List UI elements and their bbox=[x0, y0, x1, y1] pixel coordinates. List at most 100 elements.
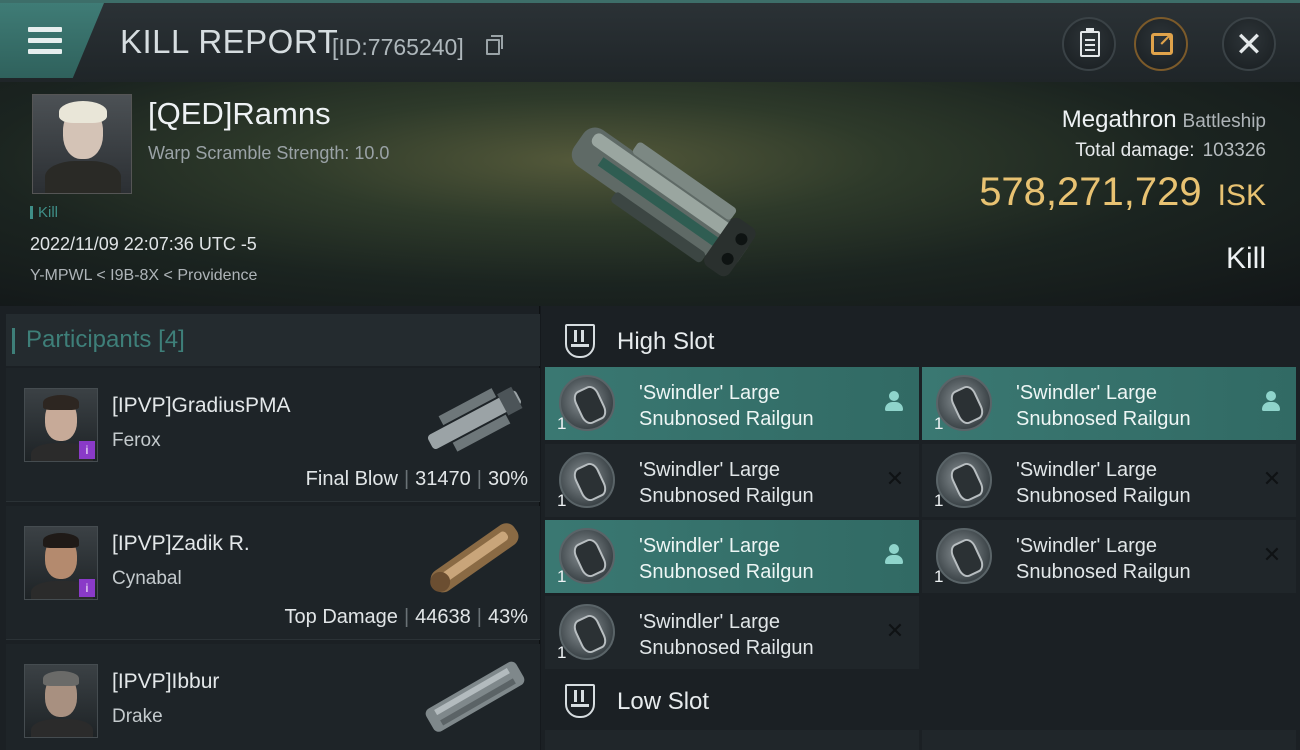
close-button[interactable]: ✕ bbox=[1222, 17, 1276, 71]
participant-ship: Drake bbox=[112, 706, 163, 727]
module-item[interactable]: 1 'Swindler' Large Snubnosed Railgun bbox=[922, 367, 1296, 440]
dropped-person-icon bbox=[885, 391, 903, 411]
top-bar: KILL REPORT [ID:7765240] ✕ bbox=[0, 0, 1300, 82]
participant-row[interactable]: [IPVP]Ibbur Drake bbox=[6, 644, 540, 750]
module-item[interactable]: 1 'Swindler' Large Snubnosed Railgun bbox=[545, 520, 919, 593]
victim-name[interactable]: [QED]Ramns bbox=[148, 96, 331, 132]
item-name: 'Swindler' Large Snubnosed Railgun bbox=[1016, 459, 1191, 507]
low-slot-header: Low Slot bbox=[545, 672, 1300, 730]
participant-avatar[interactable]: i bbox=[24, 526, 98, 600]
info-badge-icon: i bbox=[79, 579, 95, 597]
high-slot-header: High Slot bbox=[545, 312, 1300, 370]
participant-name: [IPVP]Ibbur bbox=[112, 670, 220, 693]
share-icon bbox=[1151, 30, 1173, 55]
participant-avatar[interactable] bbox=[24, 664, 98, 738]
module-item[interactable] bbox=[922, 730, 1296, 750]
isk-value: 578,271,729 bbox=[979, 170, 1202, 214]
total-damage: Total damage: 103326 bbox=[1075, 140, 1266, 162]
copy-icon[interactable] bbox=[486, 35, 503, 55]
destroyed-icon: ✕ bbox=[885, 618, 905, 643]
dropped-person-icon bbox=[1262, 391, 1280, 411]
megathron-ship-image bbox=[571, 127, 756, 277]
menu-button[interactable] bbox=[0, 3, 104, 78]
module-item[interactable]: 1 'Swindler' Large Snubnosed Railgun ✕ bbox=[545, 444, 919, 517]
participant-role: Final Blow bbox=[305, 468, 398, 490]
destroyed-icon: ✕ bbox=[1262, 466, 1282, 491]
kill-tag: Kill bbox=[30, 204, 58, 221]
report-id: [ID:7765240] bbox=[332, 34, 464, 60]
result-label: Kill bbox=[1225, 242, 1266, 275]
ferox-ship-image bbox=[427, 386, 523, 452]
item-name: 'Swindler' Large Snubnosed Railgun bbox=[639, 611, 814, 659]
module-item[interactable]: 1 'Swindler' Large Snubnosed Railgun ✕ bbox=[922, 444, 1296, 517]
item-quantity: 1 bbox=[934, 414, 944, 433]
participants-label: Participants bbox=[26, 326, 152, 353]
railgun-icon bbox=[559, 528, 615, 584]
item-quantity: 1 bbox=[557, 567, 567, 586]
participant-ship: Ferox bbox=[112, 430, 161, 451]
participant-stats: Final Blow | 31470 | 30% bbox=[305, 468, 528, 490]
dropped-person-icon bbox=[885, 544, 903, 564]
fitting-panel: High Slot 1 'Swindler' Large Snubnosed R… bbox=[541, 306, 1300, 750]
module-item[interactable]: 1 'Swindler' Large Snubnosed Railgun ✕ bbox=[545, 596, 919, 669]
participant-damage: 44638 bbox=[415, 606, 471, 628]
item-name: 'Swindler' Large Snubnosed Railgun bbox=[1016, 535, 1191, 583]
clipboard-button[interactable] bbox=[1062, 17, 1116, 71]
participant-row[interactable]: i [IPVP]GradiusPMA Ferox Final Blow | 3147… bbox=[6, 368, 540, 502]
victim-portrait[interactable] bbox=[32, 94, 132, 194]
kill-location[interactable]: Y-MPWL < I9B-8X < Providence bbox=[30, 267, 257, 285]
participant-ship: Cynabal bbox=[112, 568, 182, 589]
item-quantity: 1 bbox=[557, 491, 567, 510]
item-name: 'Swindler' Large Snubnosed Railgun bbox=[1016, 382, 1191, 430]
item-quantity: 1 bbox=[934, 567, 944, 586]
destroyed-icon: ✕ bbox=[885, 466, 905, 491]
warp-scramble-strength: Warp Scramble Strength: 10.0 bbox=[148, 143, 390, 163]
participant-stats: Top Damage | 44638 | 43% bbox=[284, 606, 528, 628]
participant-row[interactable]: i [IPVP]Zadik R. Cynabal Top Damage | 4463… bbox=[6, 506, 540, 640]
ship-class: Battleship bbox=[1182, 111, 1266, 132]
participant-percent: 43% bbox=[487, 606, 528, 628]
item-name: 'Swindler' Large Snubnosed Railgun bbox=[639, 459, 814, 507]
railgun-icon bbox=[936, 375, 992, 431]
high-slot-icon bbox=[565, 324, 595, 358]
participants-panel: Participants [4] i [IPVP]GradiusPMA Fero… bbox=[0, 306, 540, 750]
participant-percent: 30% bbox=[487, 468, 528, 490]
info-badge-icon: i bbox=[79, 441, 95, 459]
participant-name: [IPVP]Zadik R. bbox=[112, 532, 250, 555]
module-item[interactable] bbox=[545, 730, 919, 750]
participant-role: Top Damage bbox=[284, 606, 398, 628]
low-slot-title: Low Slot bbox=[617, 688, 710, 715]
item-name: 'Swindler' Large Snubnosed Railgun bbox=[639, 535, 814, 583]
drake-ship-image bbox=[425, 661, 525, 732]
item-quantity: 1 bbox=[557, 414, 567, 433]
close-icon: ✕ bbox=[1234, 26, 1264, 64]
cynabal-ship-image bbox=[430, 523, 519, 593]
destroyed-icon: ✕ bbox=[1262, 542, 1282, 567]
total-damage-label: Total damage: bbox=[1075, 140, 1195, 161]
item-quantity: 1 bbox=[557, 643, 567, 662]
railgun-icon bbox=[936, 452, 992, 508]
railgun-icon bbox=[559, 452, 615, 508]
low-slot-icon bbox=[565, 684, 595, 718]
module-item[interactable]: 1 'Swindler' Large Snubnosed Railgun ✕ bbox=[922, 520, 1296, 593]
total-damage-value: 103326 bbox=[1202, 140, 1266, 161]
victim-ship[interactable]: Megathron Battleship bbox=[1062, 106, 1266, 134]
item-name: 'Swindler' Large Snubnosed Railgun bbox=[639, 382, 814, 430]
share-button[interactable] bbox=[1134, 17, 1188, 71]
railgun-icon bbox=[559, 604, 615, 660]
victim-banner: [QED]Ramns Warp Scramble Strength: 10.0 … bbox=[0, 82, 1300, 306]
isk-unit: ISK bbox=[1217, 179, 1266, 212]
railgun-icon bbox=[936, 528, 992, 584]
high-slot-title: High Slot bbox=[617, 328, 715, 355]
isk-value-row: 578,271,729 ISK bbox=[979, 170, 1266, 215]
module-item[interactable]: 1 'Swindler' Large Snubnosed Railgun bbox=[545, 367, 919, 440]
page-title: KILL REPORT bbox=[120, 23, 339, 60]
participants-header: Participants [4] bbox=[6, 314, 540, 366]
railgun-icon bbox=[559, 375, 615, 431]
participants-count: [4] bbox=[158, 326, 185, 353]
participant-name: [IPVP]GradiusPMA bbox=[112, 394, 291, 417]
ship-name: Megathron bbox=[1061, 106, 1177, 133]
participant-avatar[interactable]: i bbox=[24, 388, 98, 462]
kill-datetime: 2022/11/09 22:07:36 UTC -5 bbox=[30, 234, 257, 254]
participant-damage: 31470 bbox=[415, 468, 471, 490]
